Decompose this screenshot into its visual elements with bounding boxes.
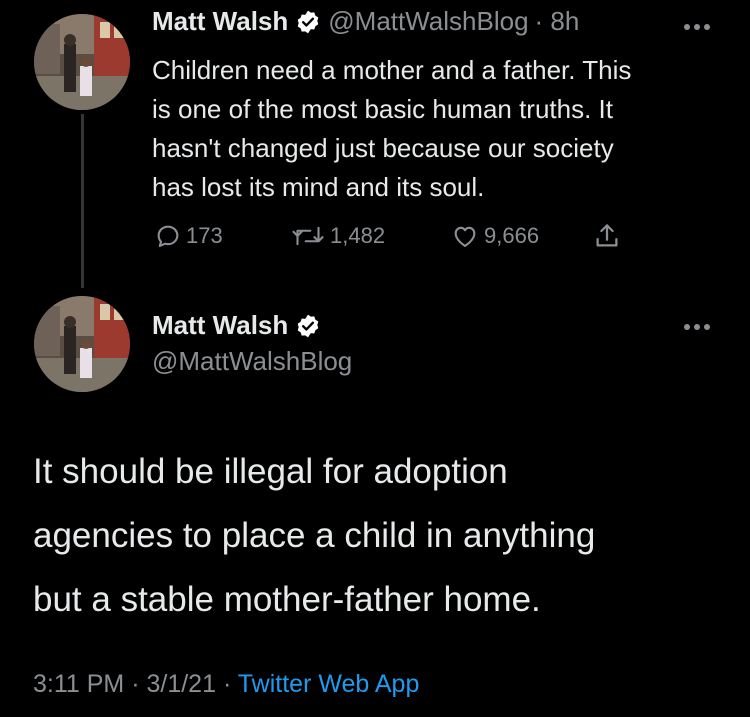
tweet-text-line: has lost its mind and its soul. xyxy=(152,172,485,202)
tweet-actions: 173 1,482 9,666 xyxy=(152,216,652,256)
separator: · xyxy=(131,670,140,698)
reply-button[interactable]: 173 xyxy=(154,216,223,256)
author-name[interactable]: Matt Walsh xyxy=(152,310,288,341)
more-icon[interactable] xyxy=(682,22,712,32)
share-button[interactable] xyxy=(592,216,626,256)
avatar[interactable] xyxy=(34,14,130,110)
retweet-button[interactable]: 1,482 xyxy=(290,216,385,256)
tweet-date[interactable]: 3/1/21 xyxy=(146,670,216,698)
verified-badge-icon xyxy=(297,10,319,33)
share-icon xyxy=(596,224,618,247)
tweet-text-line: hasn't changed just because our society xyxy=(152,133,614,163)
tweet-text-line: but a stable mother-father home. xyxy=(33,580,541,619)
author-handle[interactable]: @MattWalshBlog xyxy=(328,6,528,37)
more-icon[interactable] xyxy=(682,322,712,332)
tweet-text-line: It should be illegal for adoption xyxy=(33,452,508,491)
tweet-text: It should be illegal for adoption agenci… xyxy=(33,440,733,632)
tweet-time[interactable]: · 8h xyxy=(535,6,580,37)
like-icon xyxy=(454,226,476,247)
tweet-meta: 3:11 PM · 3/1/21 · Twitter Web App xyxy=(33,670,419,699)
reply-icon xyxy=(157,225,179,247)
like-button[interactable]: 9,666 xyxy=(450,216,539,256)
like-count: 9,666 xyxy=(484,223,540,248)
tweet-time[interactable]: 3:11 PM xyxy=(33,670,124,698)
avatar-photo xyxy=(34,296,130,392)
tweet-text: Children need a mother and a father. Thi… xyxy=(152,51,732,207)
retweet-count: 1,482 xyxy=(330,223,386,248)
tweet2-header: Matt Walsh xyxy=(152,310,321,341)
reply-count: 173 xyxy=(186,223,223,248)
tweet-text-line: Children need a mother and a father. Thi… xyxy=(152,55,632,85)
tweet-text-line: is one of the most basic human truths. I… xyxy=(152,94,614,124)
separator: · xyxy=(222,670,232,698)
retweet-icon xyxy=(292,226,324,246)
author-name[interactable]: Matt Walsh xyxy=(152,6,288,37)
avatar[interactable] xyxy=(34,296,130,392)
author-handle[interactable]: @MattWalshBlog xyxy=(152,346,352,377)
verified-badge-icon xyxy=(297,314,319,337)
tweet1-header: Matt Walsh @MattWalshBlog · 8h xyxy=(152,6,579,37)
source-app-link[interactable]: Twitter Web App xyxy=(238,670,420,698)
tweet-text-line: agencies to place a child in anything xyxy=(33,516,596,555)
thread-line xyxy=(81,114,84,288)
avatar-photo xyxy=(34,14,130,110)
